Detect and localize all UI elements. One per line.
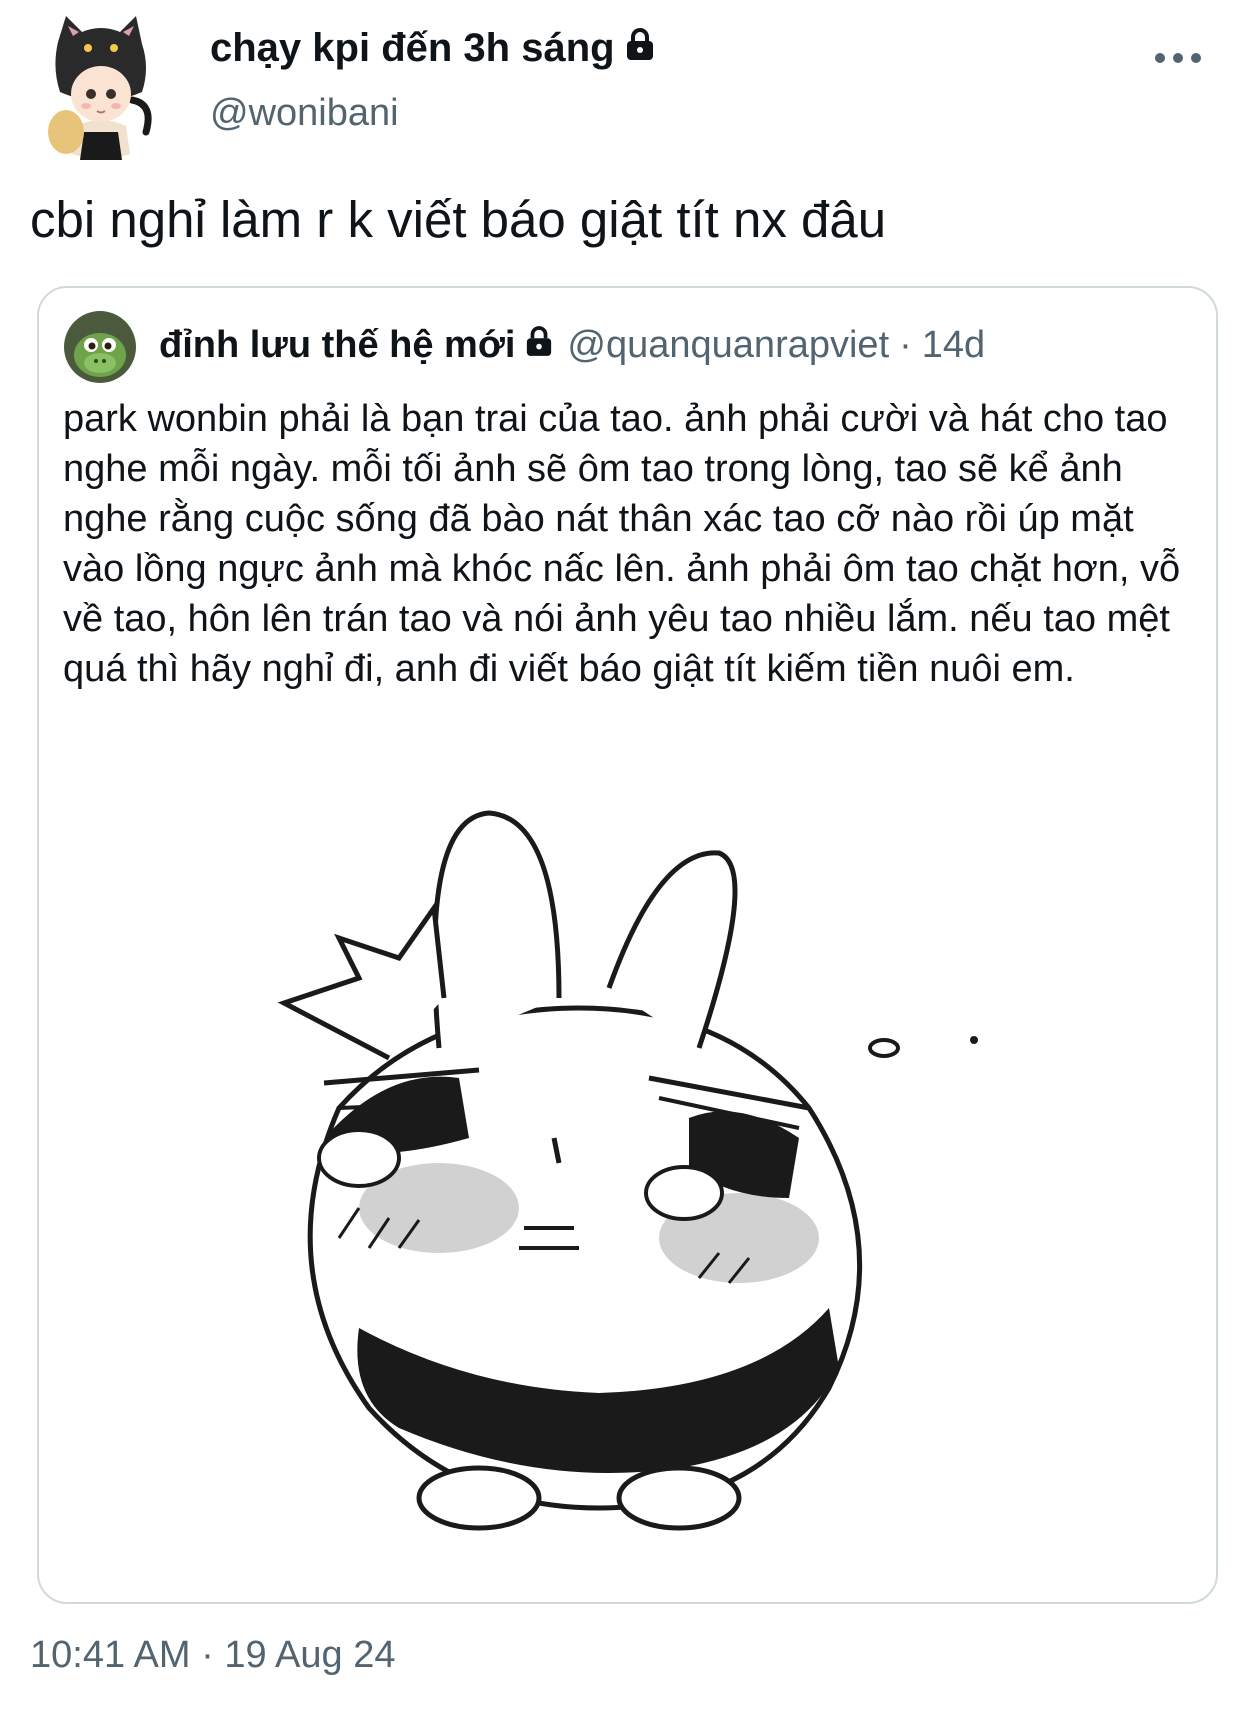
quoted-author-avatar[interactable] [64, 311, 136, 383]
author-display-name[interactable]: chạy kpi đến 3h sáng [210, 26, 615, 71]
author-handle[interactable]: @wonibani [210, 92, 399, 135]
author-display-name-row[interactable]: chạy kpi đến 3h sáng [210, 26, 655, 71]
quoted-author-display-name[interactable]: đỉnh lưu thế hệ mới [159, 324, 515, 367]
lock-icon [525, 324, 553, 367]
lock-icon [625, 26, 655, 71]
more-dots-icon [1155, 53, 1201, 63]
tweet-timestamp[interactable]: 10:41 AM · 19 Aug 24 [30, 1634, 396, 1677]
crying-bunny-illustration [277, 810, 978, 1531]
quoted-tweet-image[interactable] [39, 808, 1216, 1600]
quoted-author-handle[interactable]: @quanquanrapviet [567, 324, 889, 367]
separator-dot: · [899, 324, 912, 366]
tweet-text: cbi nghỉ làm r k viết báo giật tít nx đâ… [30, 191, 887, 248]
quoted-tweet-card[interactable]: đỉnh lưu thế hệ mới @quanquanrapviet · 1… [37, 286, 1218, 1604]
quoted-tweet-header: đỉnh lưu thế hệ mới @quanquanrapviet · 1… [159, 324, 985, 367]
author-avatar[interactable] [46, 14, 156, 164]
quoted-tweet-time[interactable]: 14d [922, 324, 985, 367]
quoted-tweet-text: park wonbin phải là bạn trai của tao. ản… [63, 398, 1181, 690]
more-options-button[interactable] [1148, 38, 1208, 78]
